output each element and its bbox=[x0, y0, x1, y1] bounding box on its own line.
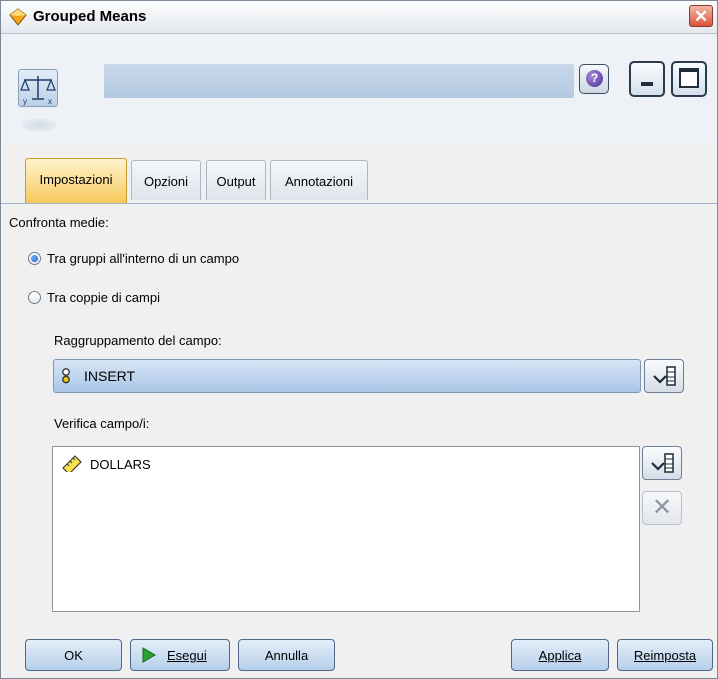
tab-annotazioni[interactable]: Annotazioni bbox=[270, 160, 368, 200]
test-field-name: DOLLARS bbox=[90, 457, 151, 472]
grouping-field-picker-button[interactable] bbox=[644, 359, 684, 393]
delete-x-icon: ✕ bbox=[651, 494, 673, 521]
test-fields-label: Verifica campo/i: bbox=[54, 416, 150, 431]
node-header: y x ? bbox=[1, 34, 717, 142]
balance-scale-icon: y x bbox=[20, 76, 56, 106]
dialog-window: Grouped Means ✕ y x ? Impostazioni Opzio… bbox=[0, 0, 718, 679]
tab-output[interactable]: Output bbox=[206, 160, 266, 200]
help-icon: ? bbox=[586, 70, 603, 87]
apply-button[interactable]: Applica bbox=[511, 639, 609, 671]
radio-within-field-label[interactable]: Tra gruppi all'interno di un campo bbox=[47, 251, 239, 266]
node-name-field[interactable] bbox=[104, 64, 574, 98]
svg-text:y: y bbox=[23, 97, 27, 106]
grouping-field-value: INSERT bbox=[84, 368, 136, 384]
title-bar[interactable]: Grouped Means ✕ bbox=[1, 1, 717, 34]
svg-text:x: x bbox=[48, 97, 52, 106]
grouping-field-label: Raggruppamento del campo: bbox=[54, 333, 222, 348]
field-picker-icon bbox=[651, 453, 674, 473]
flag-field-icon bbox=[62, 368, 70, 384]
ok-button[interactable]: OK bbox=[25, 639, 122, 671]
radio-within-field[interactable] bbox=[28, 252, 41, 265]
remove-field-button[interactable]: ✕ bbox=[642, 491, 682, 525]
run-arrow-icon bbox=[142, 647, 156, 663]
window-title: Grouped Means bbox=[33, 8, 147, 25]
tab-strip: Impostazioni Opzioni Output Annotazioni bbox=[1, 157, 717, 204]
minimize-button[interactable] bbox=[629, 61, 665, 97]
tab-impostazioni[interactable]: Impostazioni bbox=[25, 158, 127, 203]
node-icon-reflection bbox=[21, 118, 57, 132]
test-fields-list[interactable]: DOLLARS bbox=[52, 446, 640, 612]
test-fields-picker-button[interactable] bbox=[642, 446, 682, 480]
reset-button-label: Reimposta bbox=[633, 648, 697, 663]
grouping-field-select[interactable]: INSERT bbox=[53, 359, 641, 393]
run-button-label: Esegui bbox=[167, 648, 207, 663]
close-icon: ✕ bbox=[693, 7, 709, 26]
field-picker-icon bbox=[653, 366, 676, 386]
node-icon: y x bbox=[18, 69, 58, 107]
close-button[interactable]: ✕ bbox=[689, 5, 713, 27]
cancel-button[interactable]: Annulla bbox=[238, 639, 335, 671]
app-diamond-icon bbox=[9, 8, 27, 26]
run-button[interactable]: Esegui bbox=[130, 639, 230, 671]
compare-means-label: Confronta medie: bbox=[9, 215, 109, 230]
reset-button[interactable]: Reimposta bbox=[617, 639, 713, 671]
radio-field-pairs-label[interactable]: Tra coppie di campi bbox=[47, 290, 160, 305]
ruler-continuous-icon bbox=[62, 455, 82, 472]
maximize-icon bbox=[679, 68, 699, 88]
tab-opzioni[interactable]: Opzioni bbox=[131, 160, 201, 200]
radio-field-pairs[interactable] bbox=[28, 291, 41, 304]
settings-panel: Confronta medie: Tra gruppi all'interno … bbox=[1, 204, 717, 624]
maximize-button[interactable] bbox=[671, 61, 707, 97]
help-button[interactable]: ? bbox=[579, 64, 609, 94]
minimize-icon bbox=[641, 82, 653, 86]
apply-button-label: Applica bbox=[538, 648, 582, 663]
